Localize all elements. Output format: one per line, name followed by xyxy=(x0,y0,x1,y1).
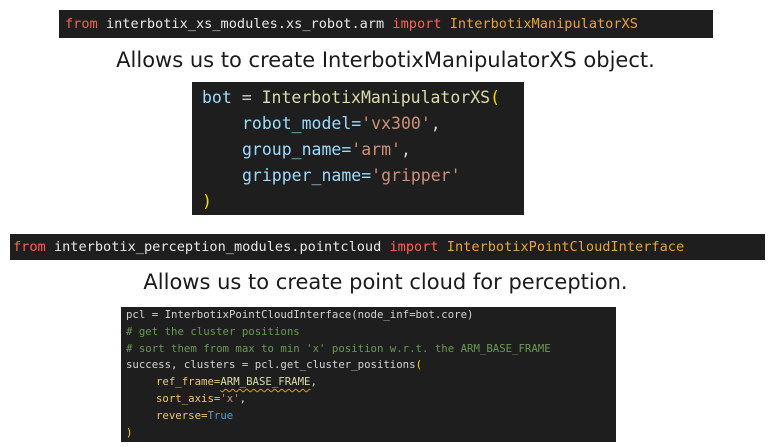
arg-name: gripper_name= xyxy=(242,166,372,185)
arg-name: reverse= xyxy=(156,408,208,422)
code-line: bot = InterbotixManipulatorXS( xyxy=(202,85,524,111)
code-line: reverse=True xyxy=(126,408,616,425)
arg-value: ARM_BASE_FRAME xyxy=(220,375,311,389)
code-line: ) xyxy=(202,189,524,215)
code-comment: # get the cluster positions xyxy=(126,324,300,338)
operator: = xyxy=(231,88,262,107)
imported-class: InterbotixManipulatorXS xyxy=(449,16,638,32)
arg-separator: , xyxy=(239,391,247,405)
caption-pointcloud: Allows us to create point cloud for perc… xyxy=(143,270,628,294)
caption-manipulator: Allows us to create InterbotixManipulato… xyxy=(116,48,655,72)
arg-name: robot_model= xyxy=(242,114,362,133)
code-line: gripper_name='gripper' xyxy=(202,163,524,189)
arg-separator: , xyxy=(430,114,441,133)
import-statement-pointcloud: from interbotix_perception_modules.point… xyxy=(10,234,765,260)
variable-name: bot xyxy=(202,88,232,107)
code-line: pcl = InterbotixPointCloudInterface(node… xyxy=(126,308,474,321)
code-line: sort_axis='x', xyxy=(126,391,616,408)
module-path: interbotix_xs_modules.xs_robot.arm xyxy=(105,16,385,32)
code-block-manipulator: bot = InterbotixManipulatorXS(robot_mode… xyxy=(192,82,524,215)
code-comment: # sort them from max to min 'x' position… xyxy=(126,341,551,355)
code-line: ref_frame=ARM_BASE_FRAME, xyxy=(126,374,616,391)
keyword-import: import xyxy=(389,239,439,255)
arg-separator: , xyxy=(310,375,317,389)
arg-separator: , xyxy=(400,140,411,159)
arg-name: sort_axis= xyxy=(156,391,221,405)
code-line: group_name='arm', xyxy=(202,137,524,163)
module-path: interbotix_perception_modules.pointcloud xyxy=(53,239,382,255)
code-line: success, clusters = pcl.get_cluster_posi… xyxy=(126,357,616,374)
arg-name: ref_frame= xyxy=(156,375,221,389)
close-paren: ) xyxy=(202,192,212,211)
code-line: ) xyxy=(126,425,616,442)
open-paren: ( xyxy=(415,358,422,372)
arg-value: 'arm' xyxy=(351,140,401,159)
keyword-import: import xyxy=(392,16,442,32)
open-paren: ( xyxy=(490,88,501,107)
import-statement-xs-robot: from interbotix_xs_modules.xs_robot.arm … xyxy=(59,10,713,38)
close-paren: ) xyxy=(126,425,133,439)
code-block-pointcloud: pcl = InterbotixPointCloudInterface(node… xyxy=(121,307,616,442)
arg-value: True xyxy=(207,408,234,422)
code-line: robot_model='vx300', xyxy=(202,111,524,137)
keyword-from: from xyxy=(65,16,98,32)
arg-value: 'x' xyxy=(220,391,240,405)
arg-value: 'vx300' xyxy=(361,114,431,133)
class-call: InterbotixManipulatorXS xyxy=(261,88,491,107)
call-expression: success, clusters = pcl.get_cluster_posi… xyxy=(126,358,416,372)
keyword-from: from xyxy=(13,239,46,255)
arg-name: group_name= xyxy=(242,140,352,159)
arg-value: 'gripper' xyxy=(371,166,461,185)
imported-class: InterbotixPointCloudInterface xyxy=(446,239,685,255)
